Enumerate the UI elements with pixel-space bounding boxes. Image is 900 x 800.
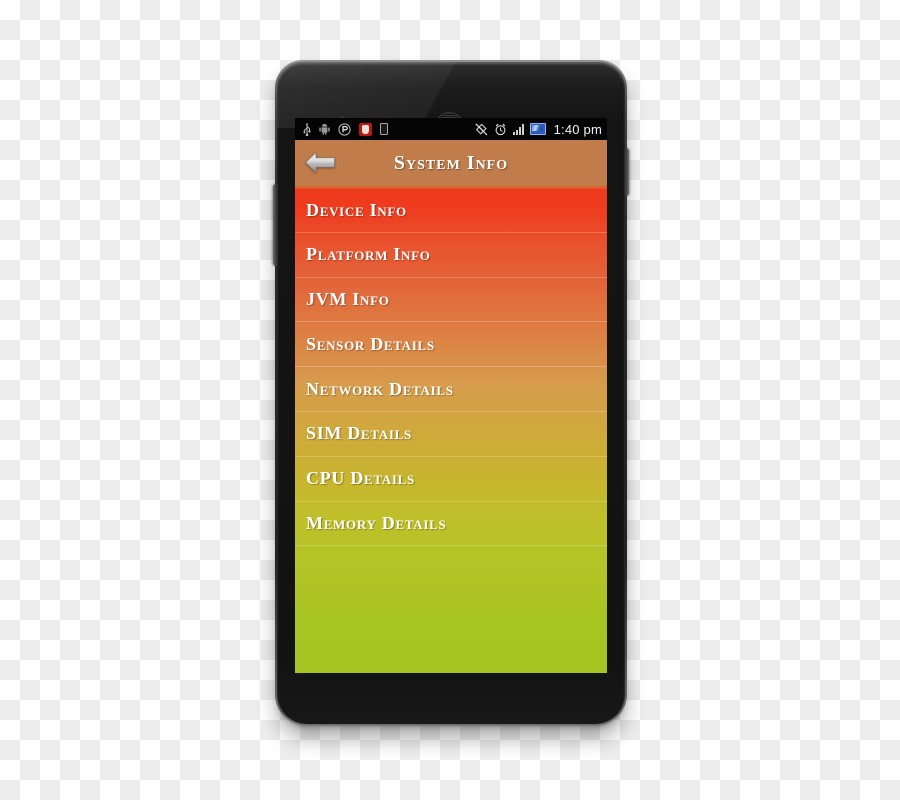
list-item-sim-details[interactable]: SIM Details bbox=[295, 412, 607, 457]
list-item-label: Network Details bbox=[306, 378, 454, 399]
status-bar: 1:40 pm bbox=[295, 118, 607, 140]
phone-device: 1:40 pm System Info Device Info Platform… bbox=[273, 60, 629, 726]
list-item-memory-details[interactable]: Memory Details bbox=[295, 502, 607, 547]
list-item-label: JVM Info bbox=[306, 288, 390, 309]
android-debug-icon bbox=[319, 123, 330, 135]
list-item-label: Memory Details bbox=[306, 512, 447, 533]
list-item-device-info[interactable]: Device Info bbox=[295, 188, 607, 233]
back-arrow-icon[interactable] bbox=[304, 149, 336, 176]
location-off-icon bbox=[475, 122, 488, 136]
alarm-clock-icon bbox=[494, 123, 507, 136]
media-circle-icon bbox=[338, 122, 351, 136]
screenshot-canvas: 1:40 pm System Info Device Info Platform… bbox=[0, 0, 900, 800]
action-bar: System Info bbox=[295, 140, 607, 188]
battery-charging-icon bbox=[529, 123, 546, 135]
volume-rocker-button[interactable] bbox=[273, 184, 278, 266]
app-notification-icon bbox=[359, 122, 372, 136]
power-button[interactable] bbox=[624, 148, 629, 196]
page-title: System Info bbox=[393, 151, 509, 174]
status-bar-left-icons bbox=[303, 122, 388, 136]
status-bar-right-icons: 1:40 pm bbox=[475, 122, 602, 137]
signal-bars-icon bbox=[512, 123, 524, 135]
list-item-label: CPU Details bbox=[306, 468, 415, 489]
list-item-label: Sensor Details bbox=[306, 333, 435, 354]
list-item-network-details[interactable]: Network Details bbox=[295, 367, 607, 412]
list-empty-area bbox=[295, 546, 607, 673]
usb-icon bbox=[303, 122, 311, 136]
list-item-sensor-details[interactable]: Sensor Details bbox=[295, 322, 607, 368]
list-item-label: Platform Info bbox=[306, 244, 431, 265]
list-item-cpu-details[interactable]: CPU Details bbox=[295, 457, 607, 502]
phone-screen: 1:40 pm System Info Device Info Platform… bbox=[295, 118, 607, 673]
list-item-jvm-info[interactable]: JVM Info bbox=[295, 278, 607, 323]
system-info-list: Device Info Platform Info JVM Info Senso… bbox=[295, 188, 607, 673]
device-icon bbox=[380, 123, 388, 135]
list-item-platform-info[interactable]: Platform Info bbox=[295, 233, 607, 278]
list-item-label: SIM Details bbox=[306, 423, 412, 444]
list-item-label: Device Info bbox=[306, 199, 407, 220]
status-bar-clock: 1:40 pm bbox=[553, 121, 602, 137]
